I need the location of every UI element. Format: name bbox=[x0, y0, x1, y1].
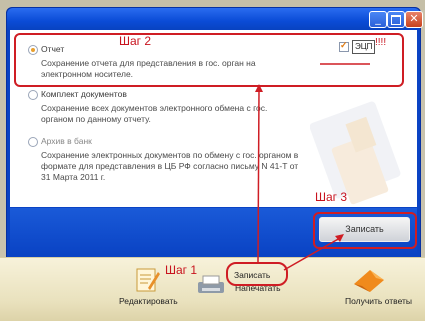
step1-highlight-box bbox=[226, 262, 288, 286]
maximize-icon bbox=[391, 15, 401, 25]
maximize-button[interactable] bbox=[387, 11, 405, 28]
bottom-toolbar: Редактировать Напечатать Записать Получи… bbox=[0, 257, 425, 321]
edit-document-icon bbox=[136, 268, 160, 292]
option-bank-archive-label: Архив в банк bbox=[41, 136, 92, 146]
annotation-step1: Шаг 1 bbox=[165, 263, 198, 277]
step3-highlight-box bbox=[313, 212, 417, 249]
printer-icon bbox=[198, 275, 224, 293]
radio-bank-archive[interactable] bbox=[28, 137, 38, 147]
toolbar-receive[interactable]: Получить ответы bbox=[345, 296, 412, 306]
step2-highlight-box bbox=[14, 33, 404, 87]
option-bank-archive-description: Сохранение электронных документов по обм… bbox=[41, 150, 299, 182]
receive-answers-icon bbox=[354, 270, 384, 292]
radio-document-set[interactable] bbox=[28, 90, 38, 100]
close-icon: ✕ bbox=[409, 12, 419, 25]
annotation-exclaim: !!!! bbox=[375, 37, 387, 48]
option-document-set-description: Сохранение всех документов электронного … bbox=[41, 103, 268, 124]
close-button[interactable]: ✕ bbox=[405, 11, 423, 28]
annotation-step3: Шаг 3 bbox=[315, 190, 348, 204]
title-bar[interactable]: _ ✕ bbox=[7, 8, 423, 30]
option-document-set-label: Комплект документов bbox=[41, 89, 127, 99]
annotation-step2: Шаг 2 bbox=[119, 34, 152, 48]
toolbar-edit[interactable]: Редактировать bbox=[119, 296, 178, 306]
minimize-icon: _ bbox=[375, 12, 381, 25]
minimize-button[interactable]: _ bbox=[369, 11, 387, 28]
